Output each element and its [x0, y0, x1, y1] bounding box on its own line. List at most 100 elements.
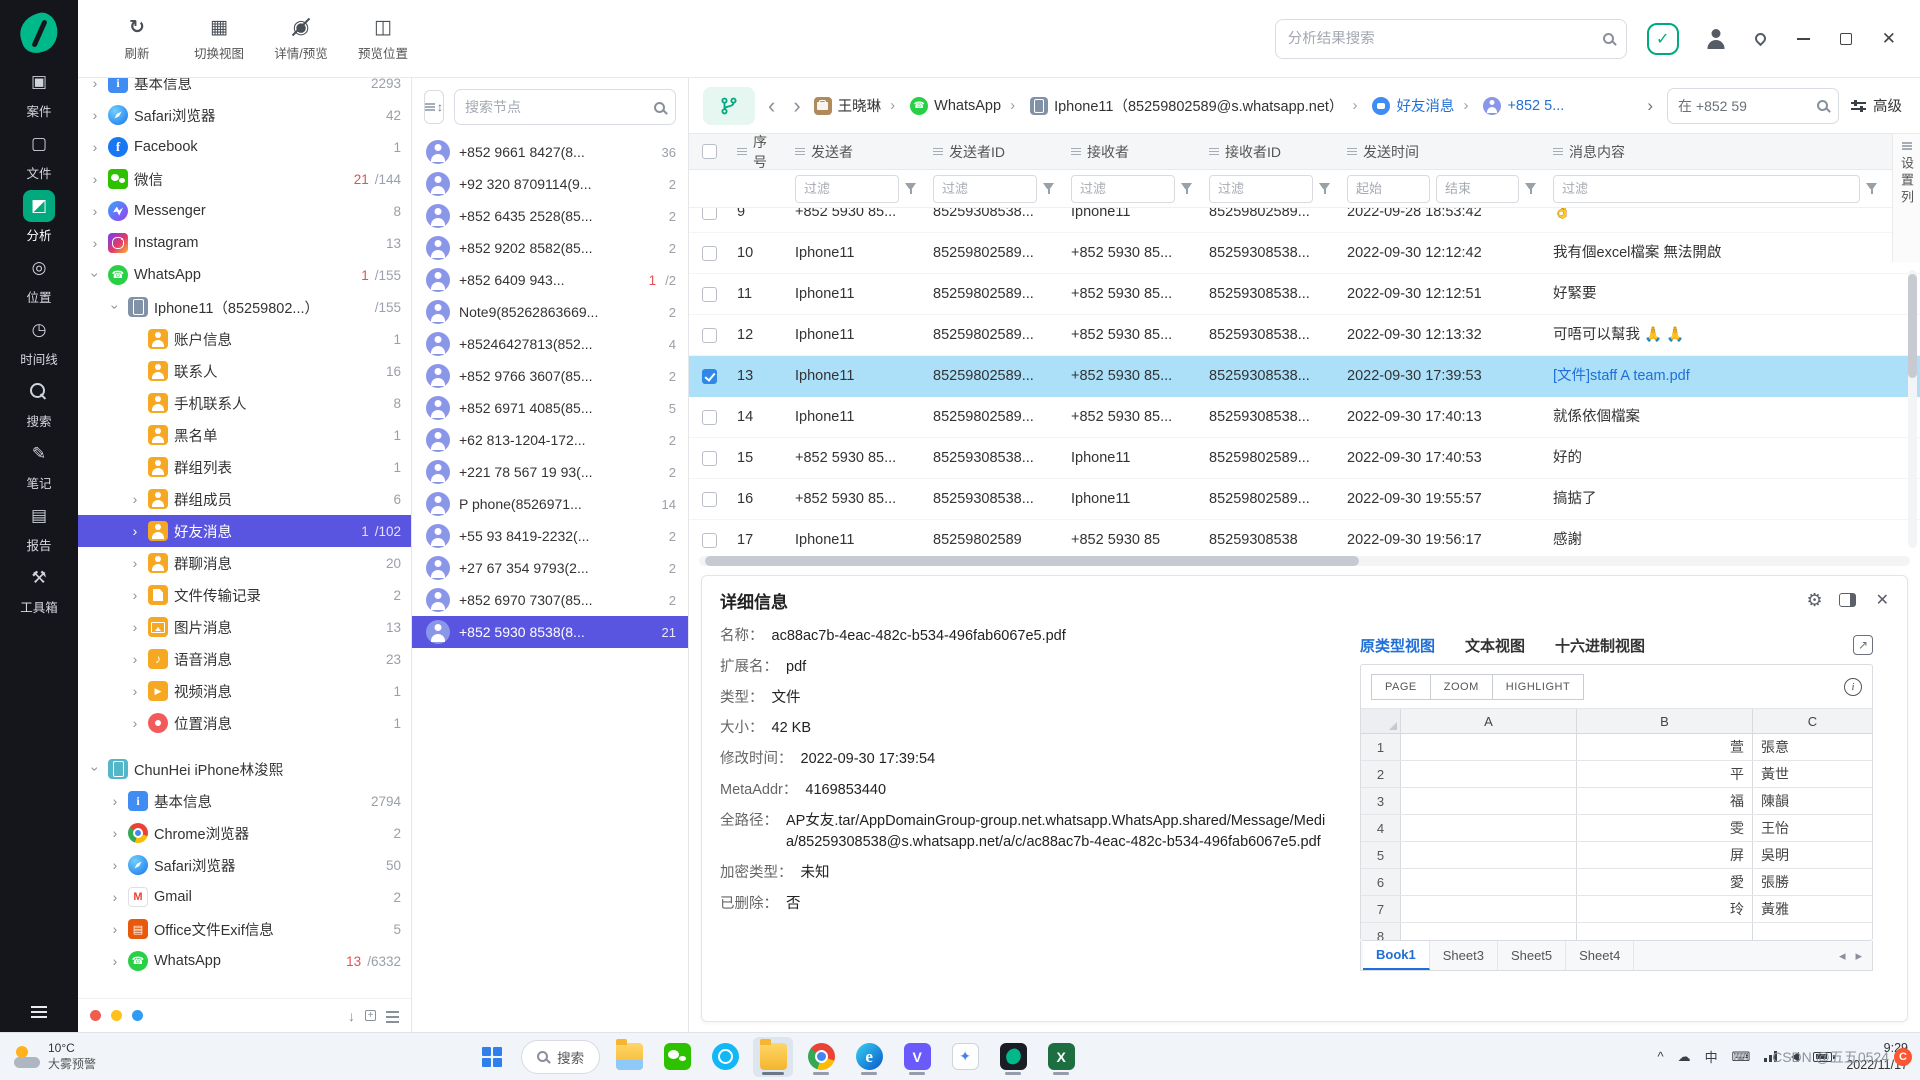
table-row[interactable]: 14 Iphone11 85259802589... +852 5930 85.…	[689, 397, 1920, 438]
table-row[interactable]: 10 Iphone11 85259802589... +852 5930 85.…	[689, 233, 1920, 274]
breadcrumb-item[interactable]: 王晓琳	[814, 95, 882, 116]
rail-item[interactable]: 分析	[0, 186, 78, 248]
vertical-scrollbar[interactable]	[1908, 270, 1917, 548]
advanced-filter-button[interactable]: 高级	[1847, 95, 1906, 116]
tree-chevron-icon[interactable]	[128, 619, 142, 635]
sheet-cell-c[interactable]	[1753, 923, 1872, 940]
tray-expand-chevron-icon[interactable]: ^	[1657, 1049, 1663, 1064]
network-signal-icon[interactable]	[1764, 1051, 1777, 1062]
tree-chevron-icon[interactable]	[88, 267, 102, 283]
taskbar-search[interactable]: 搜索	[521, 1040, 600, 1074]
sheet-row-number[interactable]: 1	[1361, 734, 1401, 760]
tree-item[interactable]: 账户信息 1	[78, 323, 411, 355]
sort-nodes-button[interactable]: ↕	[424, 90, 444, 124]
contact-item[interactable]: +852 6971 4085(85... 5	[412, 392, 688, 424]
cell-message-content[interactable]: 好緊要	[1545, 274, 1886, 315]
sheet-row-number[interactable]: 8	[1361, 923, 1401, 940]
sheet-cell-a[interactable]	[1401, 896, 1577, 922]
row-checkbox[interactable]	[702, 492, 717, 507]
sheet-row-number[interactable]: 4	[1361, 815, 1401, 841]
cell-message-content[interactable]: 就係依個檔案	[1545, 397, 1886, 438]
tree-item[interactable]: 基本信息 2293	[78, 78, 411, 99]
contact-item[interactable]: +852 6409 943... 1 /2	[412, 264, 688, 296]
sheet-cell-c[interactable]: 黃雅	[1753, 896, 1872, 922]
sheet-column-header[interactable]: C	[1753, 709, 1872, 733]
horizontal-scrollbar[interactable]	[699, 556, 1910, 566]
table-row[interactable]: 13 Iphone11 85259802589... +852 5930 85.…	[689, 356, 1920, 397]
sheet-cell-c[interactable]: 張意	[1753, 734, 1872, 760]
close-button[interactable]: ✕	[1882, 29, 1896, 49]
tree-chevron-icon[interactable]	[128, 651, 142, 667]
tree-chevron-icon[interactable]	[128, 491, 142, 507]
filter-time-end-input[interactable]	[1436, 175, 1519, 203]
contact-item[interactable]: +852 9202 8582(85... 2	[412, 232, 688, 264]
sheet-cell-a[interactable]	[1401, 788, 1577, 814]
column-menu-icon[interactable]	[737, 148, 747, 156]
sheet-cell-c[interactable]: 張勝	[1753, 869, 1872, 895]
column-header[interactable]: 发送者	[811, 142, 853, 162]
expand-all-icon[interactable]: +	[365, 1010, 376, 1021]
row-checkbox[interactable]	[702, 287, 717, 302]
verify-badge-icon[interactable]	[1647, 23, 1679, 55]
sheet-cell-a[interactable]	[1401, 734, 1577, 760]
select-all-checkbox[interactable]	[702, 144, 717, 159]
search-icon[interactable]	[1603, 33, 1614, 44]
pin-icon[interactable]	[1752, 31, 1768, 47]
scrollbar-thumb[interactable]	[705, 556, 1359, 566]
tree-item[interactable]: Safari浏览器 42	[78, 99, 411, 131]
sheet-cell-b[interactable]: 平	[1577, 761, 1753, 787]
tree-chevron-icon[interactable]	[88, 761, 102, 777]
tree-item[interactable]: 手机联系人 8	[78, 387, 411, 419]
contact-item[interactable]: P phone(8526971... 14	[412, 488, 688, 520]
nav-back-icon[interactable]: ‹	[763, 95, 780, 117]
search-icon[interactable]	[654, 102, 665, 113]
tree-chevron-icon[interactable]	[128, 523, 142, 539]
tree-chevron-icon[interactable]	[108, 299, 122, 315]
rail-item[interactable]: 搜索	[0, 372, 78, 434]
tag-blue-dot[interactable]	[132, 1010, 143, 1021]
tree-item[interactable]: 视频消息 1	[78, 675, 411, 707]
row-checkbox[interactable]	[702, 410, 717, 425]
toolbar-button[interactable]: 预览位置	[342, 8, 424, 70]
contact-item[interactable]: +85246427813(852... 4	[412, 328, 688, 360]
filter-receiver-input[interactable]	[1071, 175, 1175, 203]
sheet-tab[interactable]: Sheet5	[1498, 941, 1566, 970]
tree-list-menu-icon[interactable]	[386, 1011, 399, 1021]
sheet-column-header[interactable]: B	[1577, 709, 1753, 733]
tree-item[interactable]: Iphone11（85259802...） /155	[78, 291, 411, 323]
tree-item[interactable]: 黑名单 1	[78, 419, 411, 451]
sheet-cell-b[interactable]	[1577, 923, 1753, 940]
tree-chevron-icon[interactable]	[88, 235, 102, 251]
tree-item[interactable]: Facebook 1	[78, 131, 411, 163]
row-checkbox[interactable]	[702, 246, 717, 261]
column-header[interactable]: 发送时间	[1363, 142, 1419, 162]
sheet-cell-a[interactable]	[1401, 815, 1577, 841]
rail-item[interactable]: 报告	[0, 496, 78, 558]
row-checkbox[interactable]	[702, 533, 717, 548]
detail-close-icon[interactable]: ✕	[1876, 590, 1889, 610]
taskbar-app[interactable]	[657, 1037, 697, 1077]
sheet-cell-a[interactable]	[1401, 869, 1577, 895]
filter-funnel-icon[interactable]	[1181, 183, 1193, 194]
sheet-cell-b[interactable]: 愛	[1577, 869, 1753, 895]
tree-chevron-icon[interactable]	[128, 555, 142, 571]
sheet-cell-c[interactable]: 王怡	[1753, 815, 1872, 841]
onedrive-cloud-icon[interactable]: ☁	[1678, 1049, 1691, 1065]
sheet-row-number[interactable]: 7	[1361, 896, 1401, 922]
toolbar-button[interactable]: 切换视图	[178, 8, 260, 70]
filter-content-input[interactable]	[1553, 175, 1860, 203]
filter-receiver-id-input[interactable]	[1209, 175, 1313, 203]
sheet-column-header[interactable]: A	[1401, 709, 1577, 733]
sheet-cell-a[interactable]	[1401, 761, 1577, 787]
sheet-cell-b[interactable]: 玲	[1577, 896, 1753, 922]
tree-item[interactable]: ChunHei iPhone林浚熙	[78, 753, 411, 785]
table-row[interactable]: 11 Iphone11 85259802589... +852 5930 85.…	[689, 274, 1920, 315]
open-external-icon[interactable]	[1853, 635, 1873, 655]
search-icon[interactable]	[1817, 100, 1828, 111]
tree-item[interactable]: WhatsApp 1 /155	[78, 259, 411, 291]
breadcrumb-overflow-icon[interactable]: ›	[1641, 96, 1659, 116]
tree-chevron-icon[interactable]	[128, 683, 142, 699]
column-menu-icon[interactable]	[1347, 148, 1357, 156]
filter-funnel-icon[interactable]	[1043, 183, 1055, 194]
user-account-icon[interactable]	[1705, 28, 1727, 50]
